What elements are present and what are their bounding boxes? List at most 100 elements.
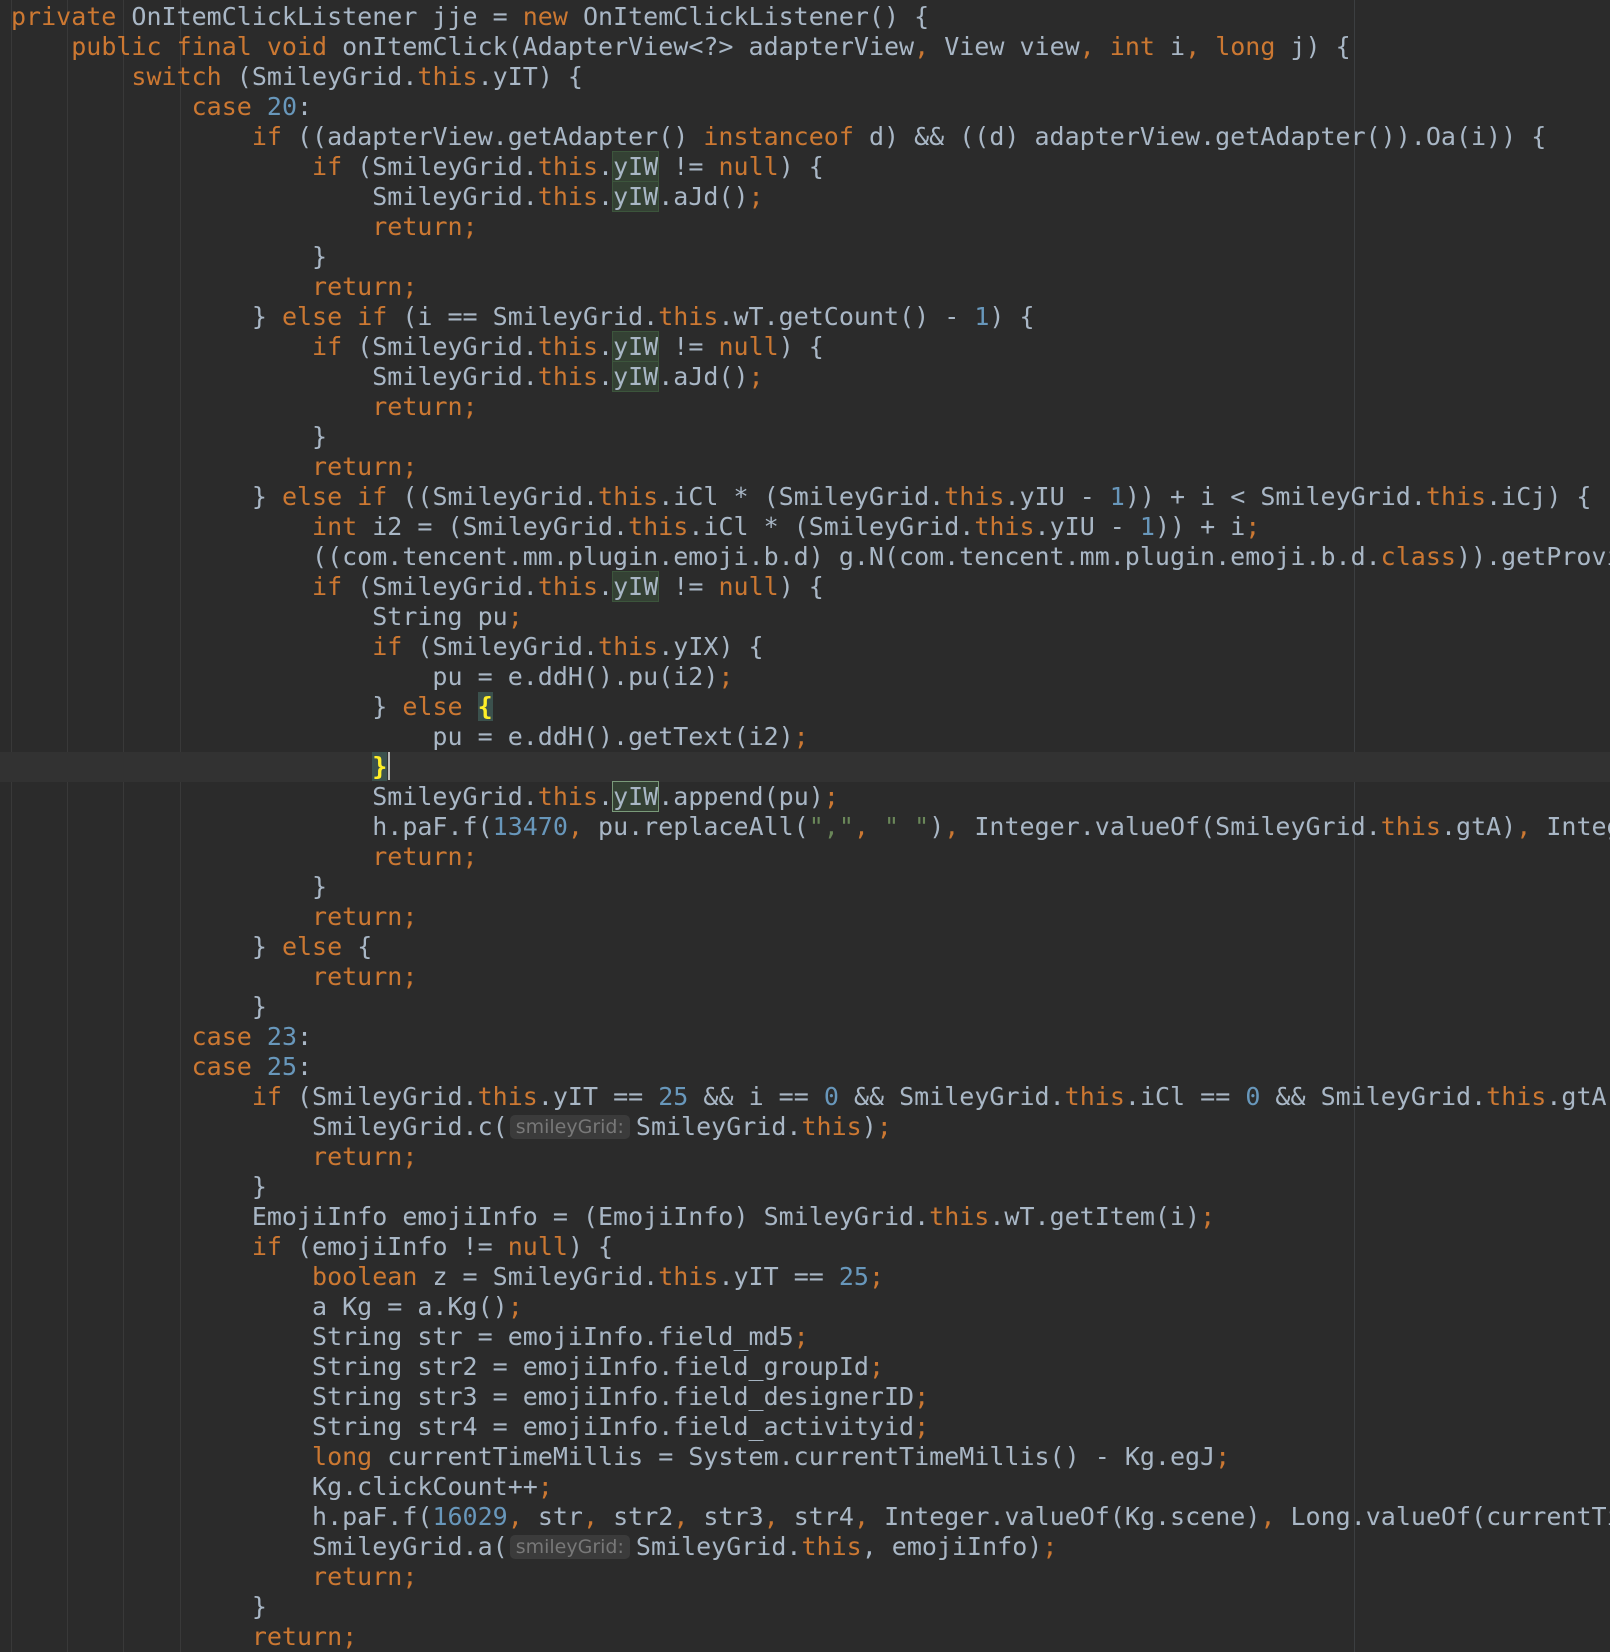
highlighted-usage: yIW xyxy=(612,781,660,812)
code-line[interactable]: pu = e.ddH().getText(i2); xyxy=(11,722,1610,752)
code-line[interactable]: } else { xyxy=(11,692,1610,722)
code-line[interactable]: pu = e.ddH().pu(i2); xyxy=(11,662,1610,692)
code-line[interactable]: return; xyxy=(11,1562,1610,1592)
code-token: Long.valueOf(currentTimeMillis xyxy=(1290,1502,1610,1531)
code-line[interactable]: String str = emojiInfo.field_md5; xyxy=(11,1322,1610,1352)
code-line[interactable]: return; xyxy=(11,452,1610,482)
code-line[interactable]: String str3 = emojiInfo.field_designerID… xyxy=(11,1382,1610,1412)
code-line[interactable]: public final void onItemClick(AdapterVie… xyxy=(11,32,1610,62)
code-line[interactable]: SmileyGrid.this.yIW.append(pu); xyxy=(11,781,1610,812)
code-token: j) { xyxy=(1275,32,1351,61)
code-line[interactable]: if (SmileyGrid.this.yIW != null) { xyxy=(11,571,1610,602)
code-line[interactable]: EmojiInfo emojiInfo = (EmojiInfo) Smiley… xyxy=(11,1202,1610,1232)
code-line[interactable]: return; xyxy=(11,272,1610,302)
code-token: } xyxy=(11,692,403,721)
string-token: "," xyxy=(808,812,854,841)
code-token: } xyxy=(11,242,328,271)
code-line[interactable]: String pu; xyxy=(11,602,1610,632)
code-line[interactable]: if (SmileyGrid.this.yIW != null) { xyxy=(11,151,1610,182)
code-line[interactable]: return; xyxy=(11,392,1610,422)
code-line[interactable]: return; xyxy=(11,212,1610,242)
code-line[interactable]: return; xyxy=(11,842,1610,872)
code-line[interactable]: if ((adapterView.getAdapter() instanceof… xyxy=(11,122,1610,152)
code-line[interactable]: String str4 = emojiInfo.field_activityid… xyxy=(11,1412,1610,1442)
code-line-current[interactable]: } xyxy=(0,752,1610,782)
code-line[interactable]: } else if (i == SmileyGrid.this.wT.getCo… xyxy=(11,302,1610,332)
code-token: pu = e.ddH().pu(i2) xyxy=(11,662,719,691)
code-line[interactable]: private OnItemClickListener jje = new On… xyxy=(11,2,1610,32)
code-line[interactable]: return; xyxy=(11,1622,1610,1652)
code-line[interactable]: return; xyxy=(11,1142,1610,1172)
code-token: && SmileyGrid. xyxy=(838,1082,1065,1111)
code-line[interactable]: h.paF.f(16029, str, str2, str3, str4, In… xyxy=(11,1502,1610,1532)
code-line[interactable]: h.paF.f(13470, pu.replaceAll(",", " "), … xyxy=(11,812,1610,842)
code-token: SmileyGrid. xyxy=(11,182,538,211)
code-token: .wT.getItem(i) xyxy=(989,1202,1201,1231)
code-line[interactable]: long currentTimeMillis = System.currentT… xyxy=(11,1442,1610,1472)
keyword-token: , xyxy=(853,1502,870,1531)
code-line[interactable]: if (SmileyGrid.this.yIT == 25 && i == 0 … xyxy=(11,1082,1610,1112)
keyword-token: if xyxy=(312,332,343,361)
code-line[interactable]: } xyxy=(11,992,1610,1022)
code-line[interactable]: case 25: xyxy=(11,1052,1610,1082)
keyword-token: ; xyxy=(748,182,764,211)
keyword-token: ; xyxy=(537,1472,553,1501)
code-line[interactable]: } xyxy=(11,1172,1610,1202)
keyword-token: ; xyxy=(507,1292,523,1321)
number-token: 20 xyxy=(266,92,298,121)
code-line[interactable]: String str2 = emojiInfo.field_groupId; xyxy=(11,1352,1610,1382)
code-line[interactable]: boolean z = SmileyGrid.this.yIT == 25; xyxy=(11,1262,1610,1292)
code-line[interactable]: } else if ((SmileyGrid.this.iCl * (Smile… xyxy=(11,482,1610,512)
code-token: . xyxy=(598,362,614,391)
code-line[interactable]: switch (SmileyGrid.this.yIT) { xyxy=(11,62,1610,92)
code-token: .yIT) { xyxy=(477,62,583,91)
code-line[interactable]: case 20: xyxy=(11,92,1610,122)
code-line[interactable]: if (SmileyGrid.this.yIX) { xyxy=(11,632,1610,662)
code-line[interactable]: return; xyxy=(11,902,1610,932)
keyword-token: case xyxy=(191,92,252,121)
code-line[interactable]: ((com.tencent.mm.plugin.emoji.b.d) g.N(c… xyxy=(11,542,1610,572)
code-token: (SmileyGrid. xyxy=(221,62,418,91)
keyword-token: if xyxy=(251,1082,282,1111)
code-line[interactable]: } xyxy=(11,1592,1610,1622)
code-line[interactable]: } xyxy=(11,872,1610,902)
code-editor[interactable]: private OnItemClickListener jje = new On… xyxy=(0,0,1610,1652)
keyword-token: this xyxy=(628,512,689,541)
code-line[interactable]: SmileyGrid.this.yIW.aJd(); xyxy=(11,361,1610,392)
code-line[interactable]: SmileyGrid.this.yIW.aJd(); xyxy=(11,181,1610,212)
code-area[interactable]: private OnItemClickListener jje = new On… xyxy=(0,2,1610,1652)
keyword-token: return; xyxy=(312,452,418,481)
keyword-token: , xyxy=(582,1502,599,1531)
keyword-token: ; xyxy=(1245,512,1261,541)
code-line[interactable]: if (emojiInfo != null) { xyxy=(11,1232,1610,1262)
parameter-hint: smileyGrid: xyxy=(509,1115,630,1139)
code-line[interactable]: if (SmileyGrid.this.yIW != null) { xyxy=(11,331,1610,362)
code-line[interactable]: } xyxy=(11,422,1610,452)
code-token: String str4 = emojiInfo.field_activityid xyxy=(11,1412,915,1441)
code-line[interactable]: int i2 = (SmileyGrid.this.iCl * (SmileyG… xyxy=(11,512,1610,542)
code-token: : xyxy=(297,1052,313,1081)
keyword-token: this xyxy=(1380,812,1441,841)
code-token: z = SmileyGrid. xyxy=(417,1262,659,1291)
code-line[interactable]: a Kg = a.Kg(); xyxy=(11,1292,1610,1322)
number-token: 1 xyxy=(974,302,990,331)
code-line[interactable]: } else { xyxy=(11,932,1610,962)
keyword-token: ; xyxy=(1215,1442,1231,1471)
code-line[interactable]: } xyxy=(11,242,1610,272)
code-token: d) && ((d) adapterView.getAdapter()).Oa(… xyxy=(853,122,1547,151)
code-line[interactable]: SmileyGrid.a(smileyGrid: SmileyGrid.this,… xyxy=(11,1532,1610,1562)
code-token: } xyxy=(11,1172,267,1201)
code-line[interactable]: Kg.clickCount++; xyxy=(11,1472,1610,1502)
code-line[interactable]: SmileyGrid.c(smileyGrid: SmileyGrid.this)… xyxy=(11,1112,1610,1142)
code-line[interactable]: case 23: xyxy=(11,1022,1610,1052)
code-token: String str = emojiInfo.field_md5 xyxy=(11,1322,794,1351)
code-line[interactable]: return; xyxy=(11,962,1610,992)
